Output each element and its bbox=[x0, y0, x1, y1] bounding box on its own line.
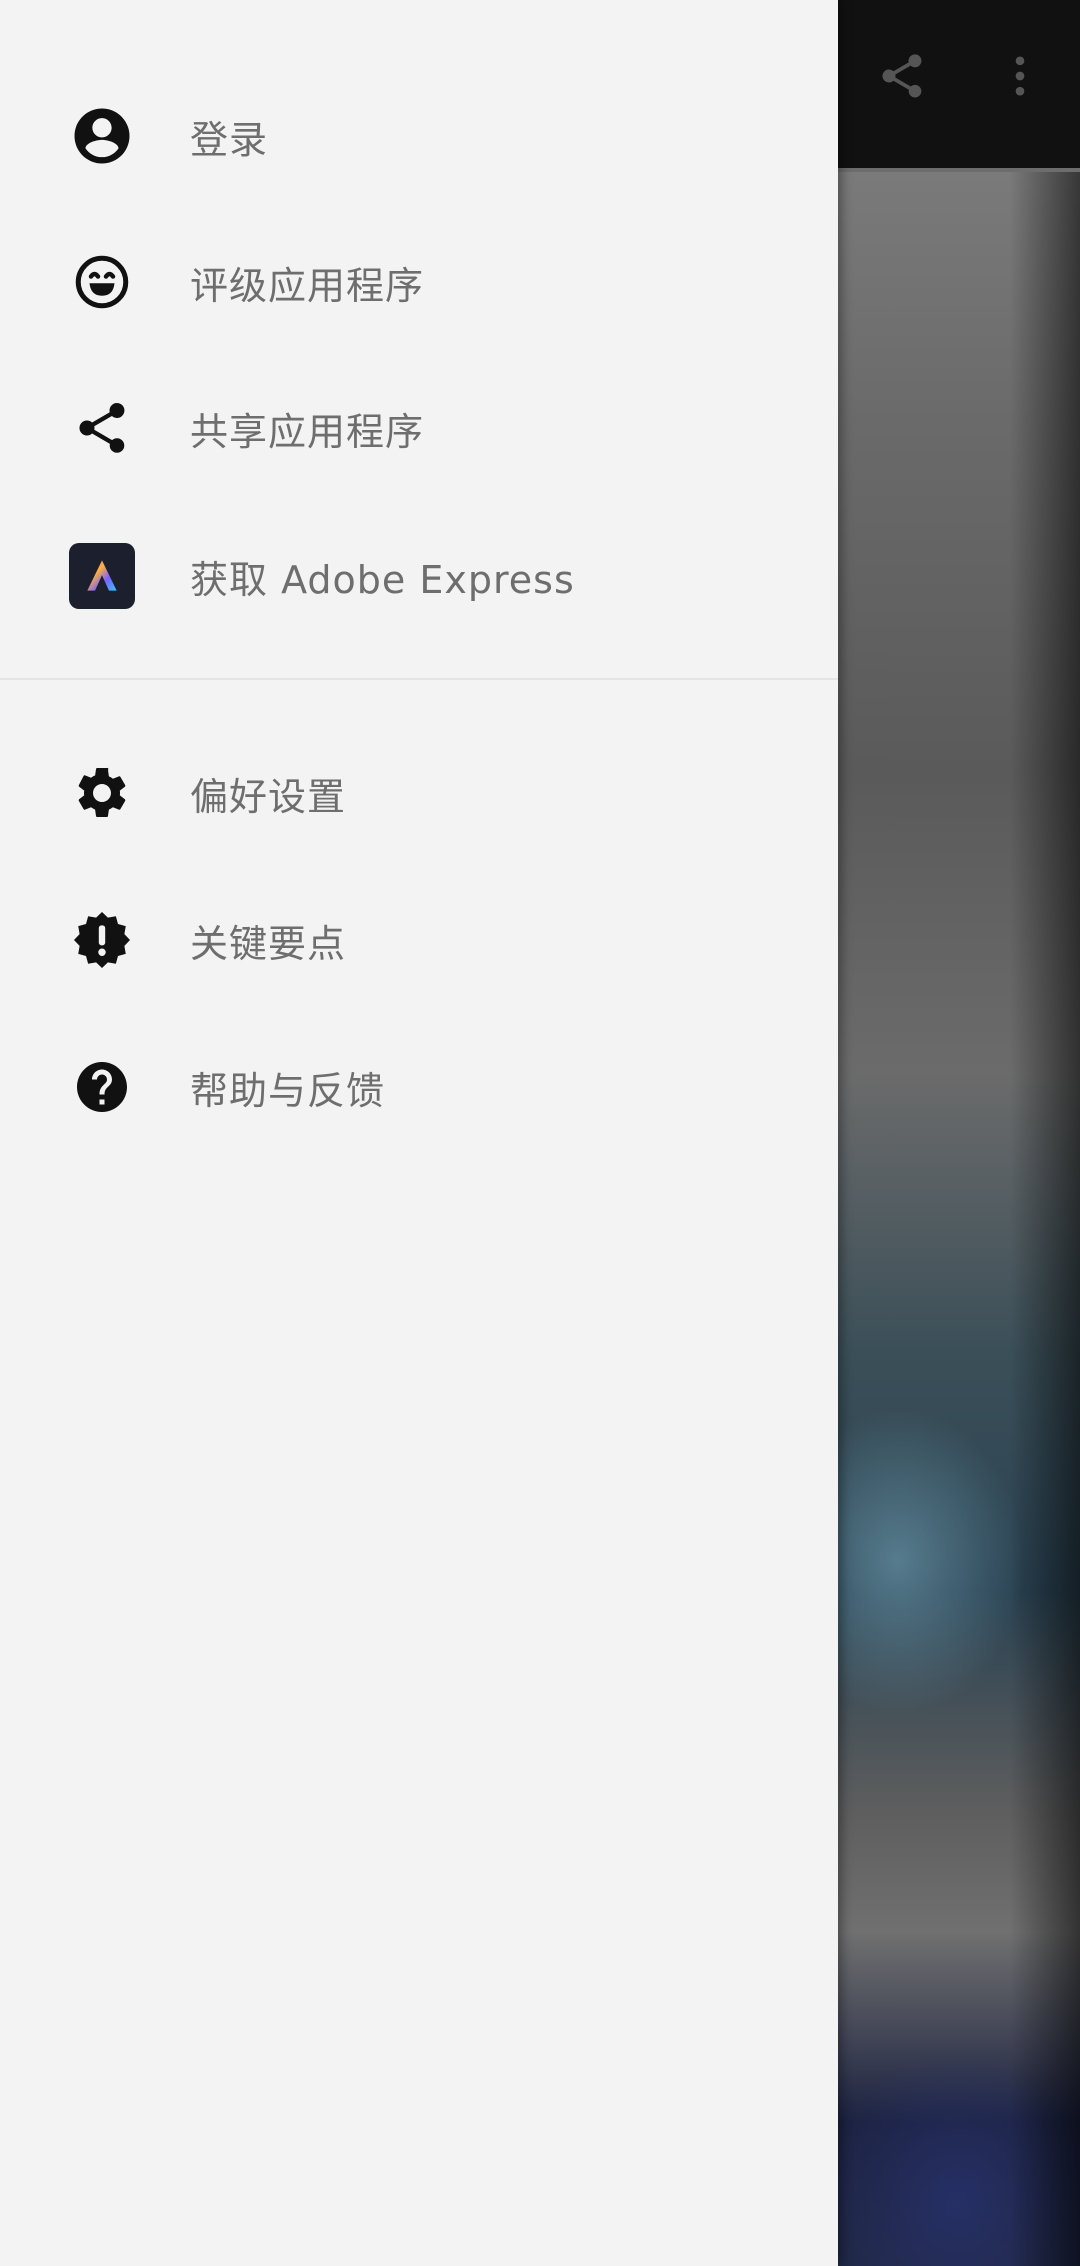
adobe-express-icon bbox=[68, 542, 136, 610]
menu-item-sign-in[interactable]: 登录 bbox=[0, 66, 838, 206]
account-circle-icon bbox=[68, 102, 136, 170]
blurred-document-preview bbox=[838, 168, 1080, 2266]
share-icon bbox=[68, 394, 136, 462]
menu-item-label: 获取 Adobe Express bbox=[190, 557, 575, 602]
menu-item-label: 帮助与反馈 bbox=[190, 1068, 386, 1113]
more-vert-icon[interactable] bbox=[988, 44, 1052, 108]
menu-item-label: 登录 bbox=[190, 117, 269, 162]
smile-face-icon bbox=[68, 248, 136, 316]
screen: 登录 评级应用程序 共享应用程序 获取 Adobe Express 偏好设置 关… bbox=[0, 0, 1080, 2266]
help-circle-icon bbox=[68, 1053, 136, 1121]
menu-item-label: 关键要点 bbox=[190, 921, 347, 966]
menu-item-get-adobe-express[interactable]: 获取 Adobe Express bbox=[0, 506, 838, 646]
menu-item-label: 偏好设置 bbox=[190, 774, 347, 819]
divider bbox=[0, 678, 838, 680]
menu-item-rate-app[interactable]: 评级应用程序 bbox=[0, 212, 838, 352]
gear-icon bbox=[68, 759, 136, 827]
navigation-drawer: 登录 评级应用程序 共享应用程序 获取 Adobe Express 偏好设置 关… bbox=[0, 0, 838, 2266]
alert-badge-icon bbox=[68, 906, 136, 974]
menu-item-share-app[interactable]: 共享应用程序 bbox=[0, 358, 838, 498]
menu-item-label: 评级应用程序 bbox=[190, 263, 425, 308]
share-icon[interactable] bbox=[870, 44, 934, 108]
menu-item-help-feedback[interactable]: 帮助与反馈 bbox=[0, 1017, 838, 1157]
menu-item-label: 共享应用程序 bbox=[190, 409, 425, 454]
menu-item-preferences[interactable]: 偏好设置 bbox=[0, 723, 838, 863]
menu-item-key-points[interactable]: 关键要点 bbox=[0, 870, 838, 1010]
